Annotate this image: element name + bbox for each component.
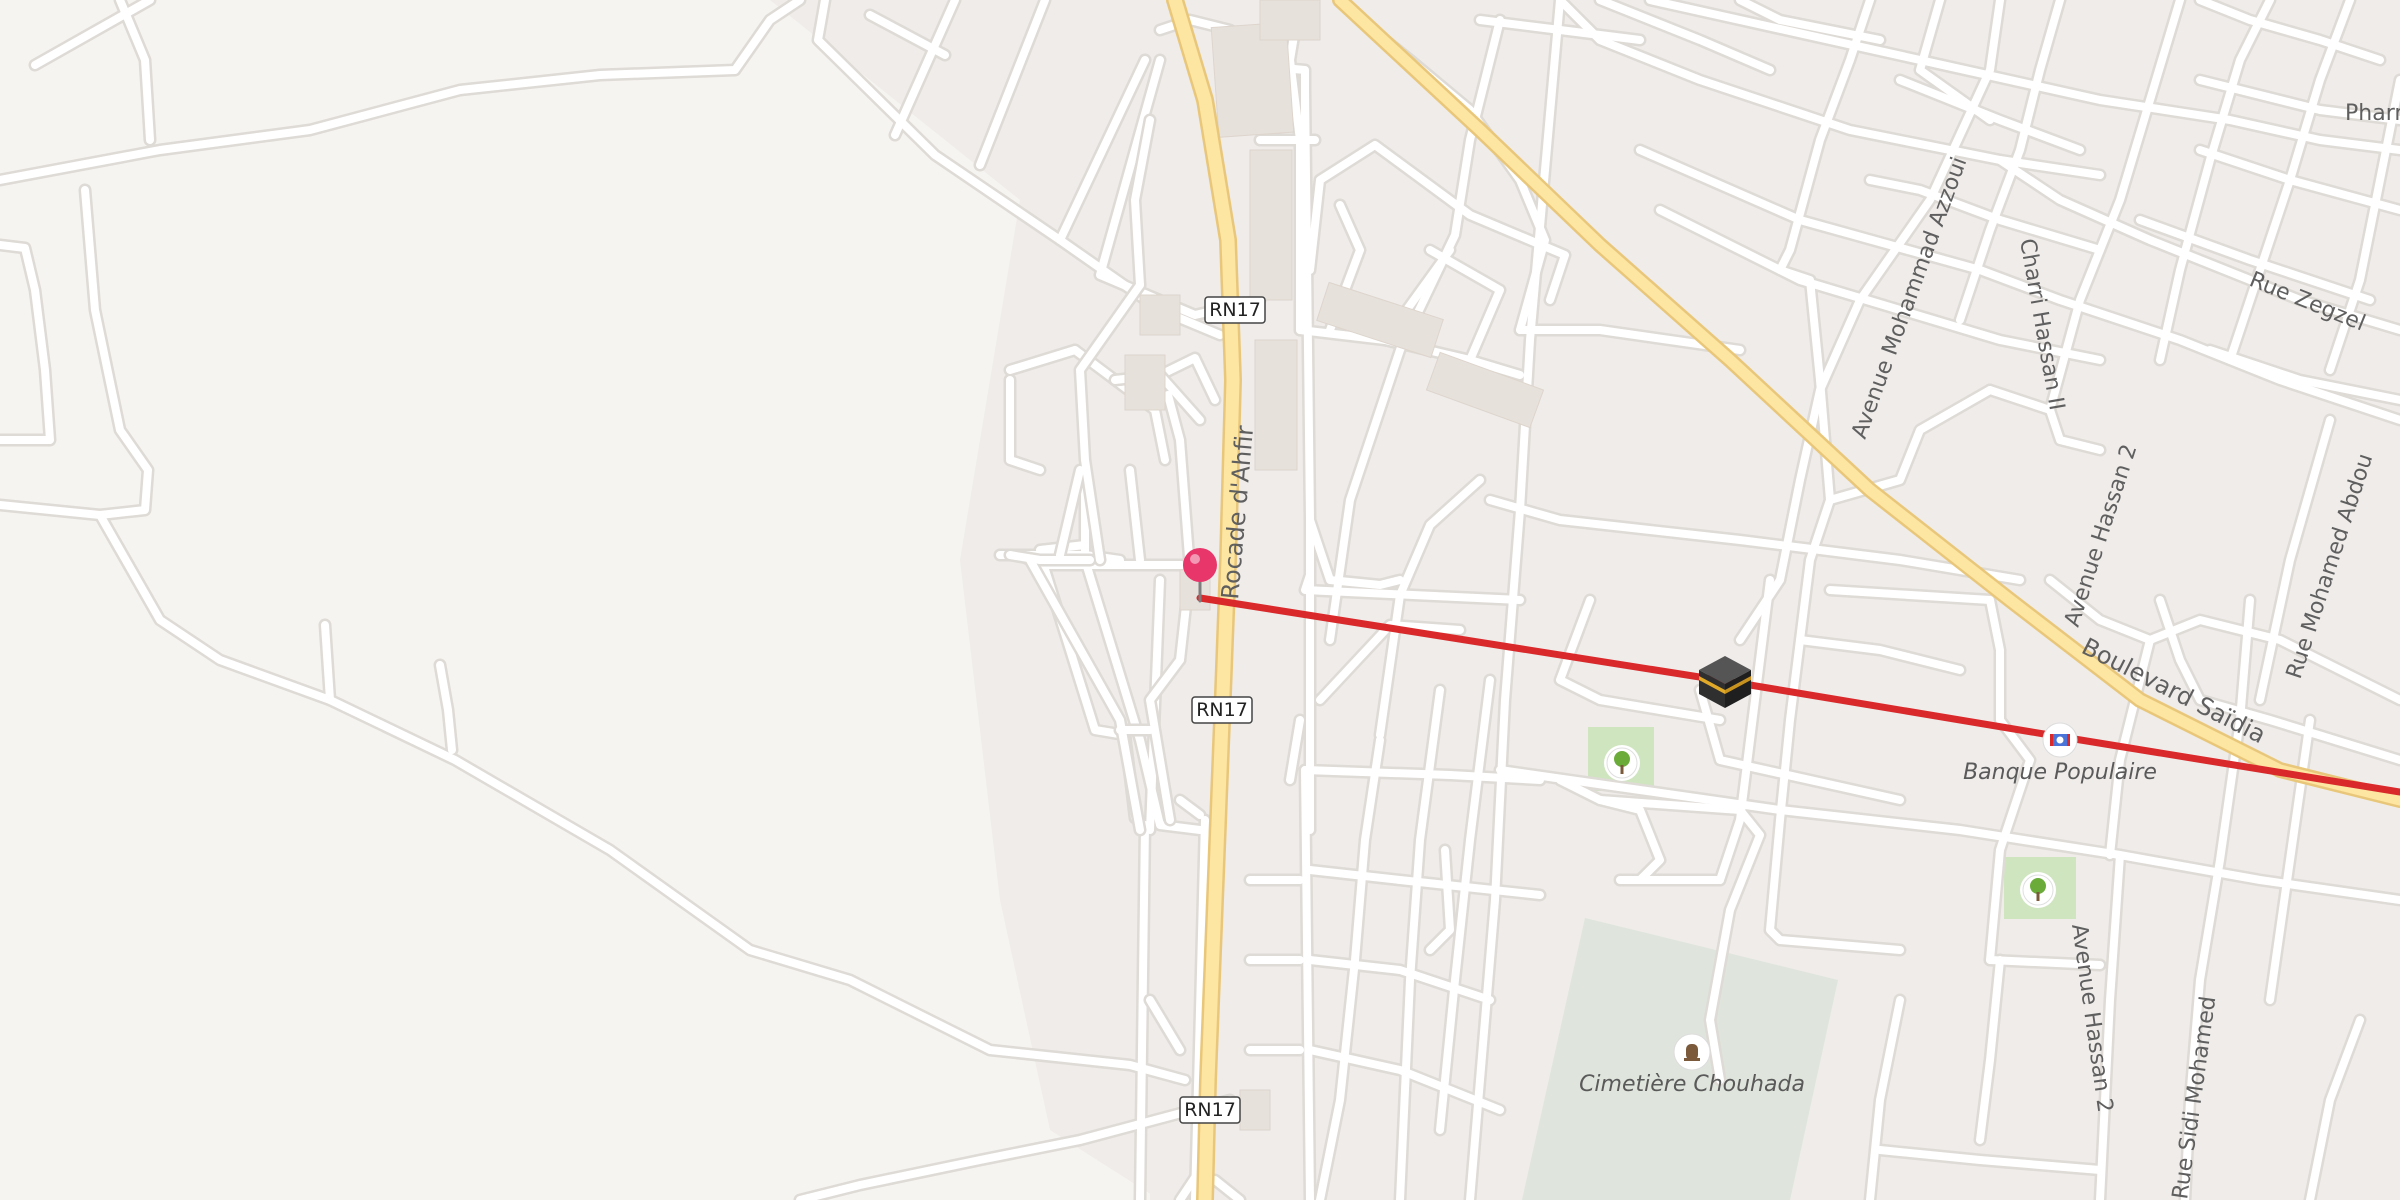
- route-shield: RN17: [1179, 1096, 1241, 1124]
- route-shield: RN17: [1204, 296, 1266, 324]
- svg-text:RN17: RN17: [1209, 299, 1261, 321]
- cemetery-label[interactable]: Cimetière Chouhada: [1579, 1072, 1805, 1097]
- svg-text:RN17: RN17: [1184, 1099, 1236, 1121]
- tree-park-icon[interactable]: [2020, 872, 2056, 908]
- bank-icon[interactable]: [2042, 722, 2078, 758]
- map-canvas[interactable]: Rocade d'Ahfir Boulevard Saïdia Avenue M…: [0, 0, 2400, 1200]
- tree-park-icon[interactable]: [1604, 745, 1640, 781]
- route-shield: RN17: [1191, 696, 1253, 724]
- svg-text:RN17: RN17: [1196, 699, 1248, 721]
- cemetery-icon[interactable]: [1673, 1033, 1711, 1071]
- street-label-pharm: Pharm: [2345, 101, 2400, 126]
- bank-label[interactable]: Banque Populaire: [1963, 760, 2157, 785]
